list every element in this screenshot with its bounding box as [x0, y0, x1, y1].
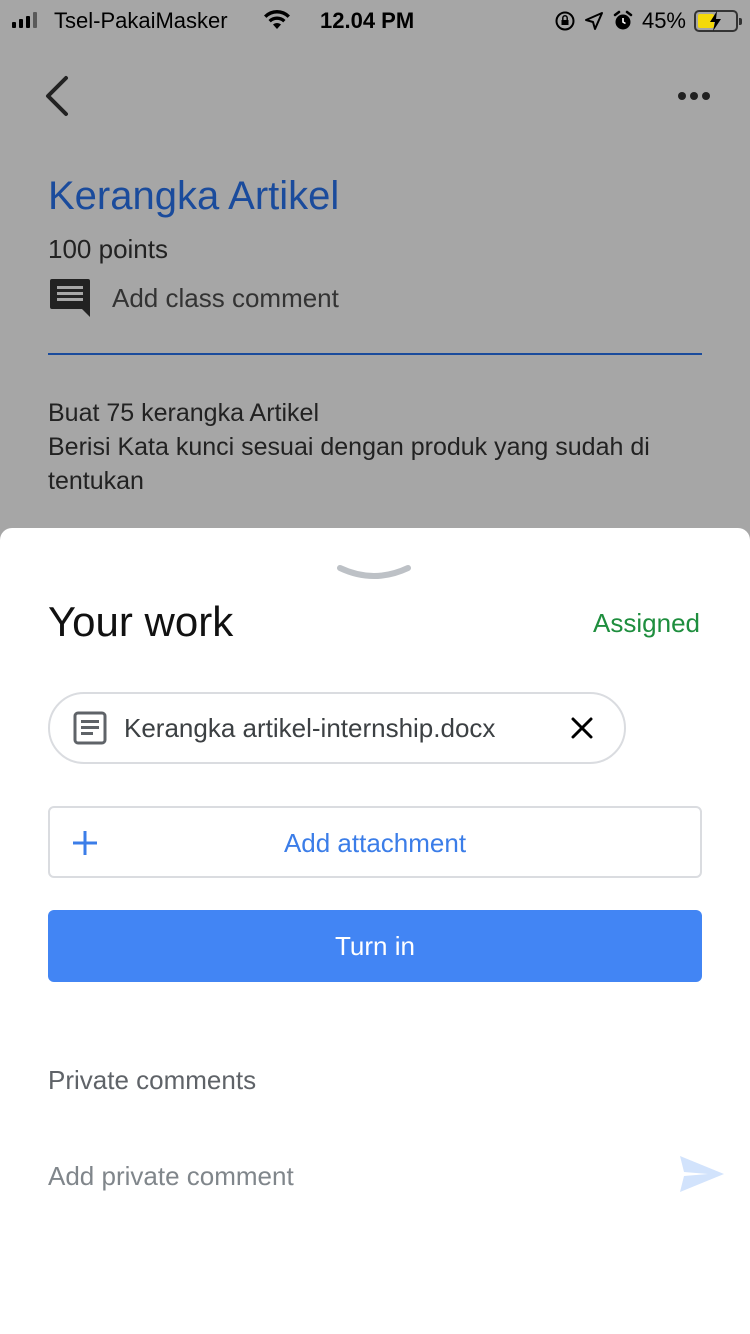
- location-icon: [584, 12, 603, 30]
- turn-in-button[interactable]: Turn in: [48, 910, 702, 982]
- more-icon: [678, 92, 710, 100]
- divider: [48, 353, 702, 355]
- your-work-heading: Your work: [48, 598, 234, 645]
- add-class-comment-label: Add class comment: [112, 282, 339, 313]
- attachment-filename: Kerangka artikel-internship.docx: [124, 712, 496, 743]
- send-icon: [680, 1156, 724, 1192]
- description-line: Buat 75 kerangka Artikel: [48, 399, 319, 427]
- more-options-button[interactable]: [672, 82, 716, 110]
- your-work-sheet: Your work Assigned Kerangka artikel-inte…: [0, 528, 750, 1334]
- battery-icon: [694, 10, 742, 32]
- description-line: Berisi Kata kunci sesuai dengan produk y…: [48, 433, 650, 495]
- status-badge: Assigned: [593, 608, 700, 638]
- signal-icon: [12, 12, 37, 28]
- chevron-down-icon: [337, 565, 411, 579]
- close-icon: [571, 717, 593, 739]
- add-class-comment-button[interactable]: Add class comment: [48, 276, 339, 320]
- battery-percent: 45%: [641, 8, 686, 33]
- status-bar: Tsel-PakaiMasker 12.04 PM 45%: [0, 0, 750, 40]
- send-comment-button[interactable]: [678, 1154, 726, 1194]
- add-attachment-button[interactable]: Add attachment: [48, 806, 702, 878]
- assignment-points: 100 points: [48, 234, 168, 264]
- private-comment-input[interactable]: [48, 1156, 648, 1196]
- orientation-lock-icon: [555, 11, 575, 31]
- remove-attachment-button[interactable]: [562, 708, 602, 748]
- assignment-title: Kerangka Artikel: [48, 174, 340, 218]
- collapse-handle[interactable]: [336, 562, 412, 586]
- back-arrow-icon: [46, 76, 68, 116]
- comment-icon: [50, 279, 90, 317]
- carrier-name: Tsel-PakaiMasker: [54, 8, 228, 33]
- attachment-chip[interactable]: Kerangka artikel-internship.docx: [48, 692, 626, 764]
- assignment-description: Buat 75 kerangka Artikel Berisi Kata kun…: [48, 396, 668, 498]
- wifi-icon: [264, 9, 290, 29]
- back-button[interactable]: [36, 72, 80, 120]
- alarm-icon: [613, 10, 633, 30]
- status-time: 12.04 PM: [320, 8, 415, 33]
- add-attachment-label: Add attachment: [283, 828, 467, 858]
- document-icon: [73, 711, 107, 745]
- private-comments-heading: Private comments: [48, 1065, 257, 1095]
